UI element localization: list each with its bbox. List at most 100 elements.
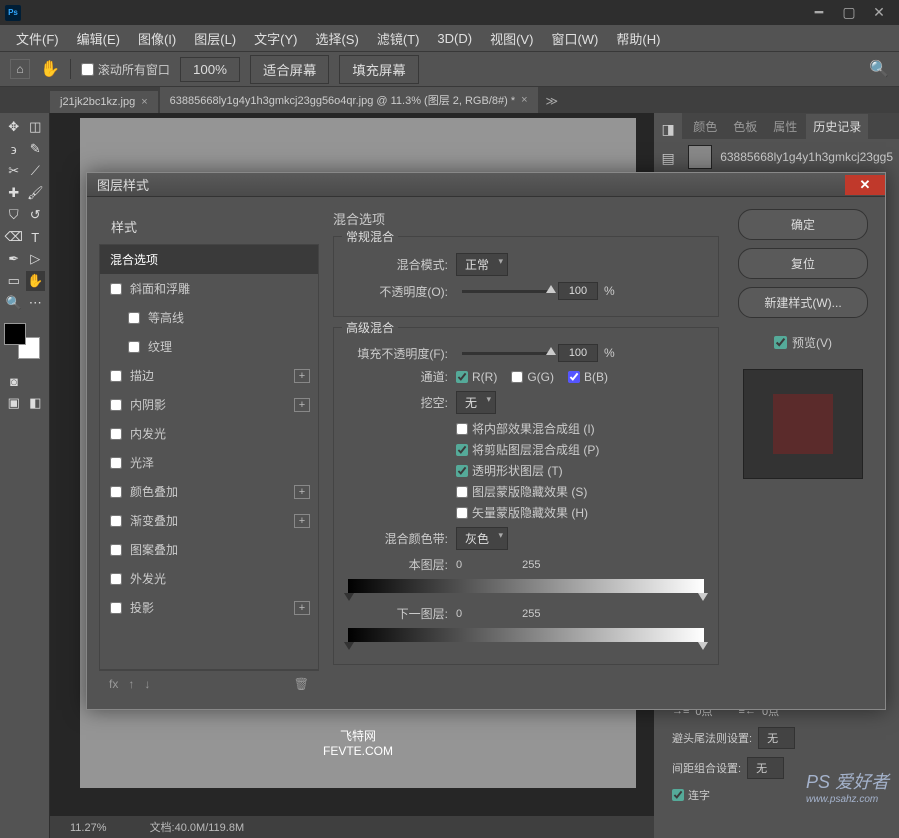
style-outer-glow[interactable]: 外发光 (100, 564, 318, 593)
fx-trash-icon[interactable]: 🗑 (294, 677, 309, 691)
hand-tool-icon[interactable]: ✋ (26, 271, 46, 291)
style-satin[interactable]: 光泽 (100, 448, 318, 477)
brush-tool-icon[interactable]: 🖌 (26, 183, 46, 203)
new-style-button[interactable]: 新建样式(W)... (738, 287, 868, 318)
status-zoom[interactable]: 11.27% (70, 822, 107, 834)
path-select-icon[interactable]: ▷ (26, 249, 46, 269)
add-drop-icon[interactable]: + (294, 601, 310, 615)
stamp-tool-icon[interactable]: ⛉ (4, 205, 24, 225)
dialog-close-button[interactable]: ✕ (845, 175, 885, 195)
menu-3d[interactable]: 3D(D) (429, 28, 480, 49)
style-texture[interactable]: 纹理 (100, 332, 318, 361)
screenmode2-icon[interactable]: ◧ (26, 393, 46, 413)
under-layer-gradient[interactable] (348, 628, 704, 642)
hyphen-check[interactable]: 连字 (672, 787, 710, 803)
add-stroke-icon[interactable]: + (294, 369, 310, 383)
blend-mode-select[interactable]: 正常 (456, 253, 508, 276)
avoid-select[interactable]: 无 (758, 727, 795, 749)
menu-view[interactable]: 视图(V) (482, 26, 541, 51)
opacity-input[interactable] (558, 282, 598, 300)
style-inner-glow[interactable]: 内发光 (100, 419, 318, 448)
close-button[interactable]: ✕ (864, 3, 894, 23)
tab-swatch[interactable]: 色板 (726, 114, 764, 139)
menu-image[interactable]: 图像(I) (130, 26, 184, 51)
screenmode-icon[interactable]: ▣ (4, 393, 24, 413)
reset-button[interactable]: 复位 (738, 248, 868, 279)
style-inner-shadow[interactable]: 内阴影+ (100, 390, 318, 419)
dialog-title-bar[interactable]: 图层样式 ✕ (87, 173, 885, 197)
menu-filter[interactable]: 滤镜(T) (369, 26, 428, 51)
style-pattern-overlay[interactable]: 图案叠加 (100, 535, 318, 564)
check-layer-mask-hides[interactable]: 图层蒙版隐藏效果 (S) (456, 483, 704, 500)
style-gradient-overlay[interactable]: 渐变叠加+ (100, 506, 318, 535)
style-stroke[interactable]: 描边+ (100, 361, 318, 390)
type-tool-icon[interactable]: T (26, 227, 46, 247)
blendif-select[interactable]: 灰色 (456, 527, 508, 550)
tab-color[interactable]: 颜色 (686, 114, 724, 139)
spacing-select[interactable]: 无 (747, 757, 784, 779)
style-drop-shadow[interactable]: 投影+ (100, 593, 318, 622)
menu-file[interactable]: 文件(F) (8, 26, 67, 51)
this-layer-gradient[interactable] (348, 579, 704, 593)
fill-input[interactable] (558, 344, 598, 362)
pen-tool-icon[interactable]: ✒ (4, 249, 24, 269)
maximize-button[interactable]: ▢ (834, 3, 864, 23)
eyedropper-tool-icon[interactable]: ⟋ (26, 161, 46, 181)
quickmask-icon[interactable]: ◙ (4, 371, 24, 391)
add-shadow-icon[interactable]: + (294, 398, 310, 412)
fill-slider[interactable] (462, 352, 552, 355)
tab-history[interactable]: 历史记录 (806, 114, 868, 139)
check-blend-clipped[interactable]: 将剪贴图层混合成组 (P) (456, 441, 704, 458)
channel-r-check[interactable]: R(R) (456, 370, 497, 384)
tab-props[interactable]: 属性 (766, 114, 804, 139)
check-blend-interior[interactable]: 将内部效果混合成组 (I) (456, 420, 704, 437)
menu-edit[interactable]: 编辑(E) (69, 26, 128, 51)
opacity-slider[interactable] (462, 290, 552, 293)
fx-up-icon[interactable]: ↑ (128, 677, 134, 691)
tab-close-icon[interactable]: × (521, 94, 527, 106)
doc-tab-1[interactable]: j21jk2bc1kz.jpg× (50, 91, 158, 113)
check-vector-mask-hides[interactable]: 矢量蒙版隐藏效果 (H) (456, 504, 704, 521)
healing-tool-icon[interactable]: ✚ (4, 183, 24, 203)
style-contour[interactable]: 等高线 (100, 303, 318, 332)
menu-select[interactable]: 选择(S) (307, 26, 366, 51)
more-tool-icon[interactable]: ⋯ (26, 293, 46, 313)
menu-type[interactable]: 文字(Y) (246, 26, 305, 51)
zoom-tool-icon[interactable]: 🔍 (4, 293, 24, 313)
menu-help[interactable]: 帮助(H) (608, 26, 668, 51)
quickselect-tool-icon[interactable]: ✎ (26, 139, 46, 159)
crop-tool-icon[interactable]: ✂ (4, 161, 24, 181)
style-bevel[interactable]: 斜面和浮雕 (100, 274, 318, 303)
eraser-tool-icon[interactable]: ⌫ (4, 227, 24, 247)
preview-check[interactable]: 预览(V) (774, 334, 832, 351)
adjustments-icon[interactable]: ◨ (661, 121, 674, 138)
tab-close-icon[interactable]: × (141, 96, 147, 108)
add-grad-icon[interactable]: + (294, 514, 310, 528)
tab-overflow-icon[interactable]: ≫ (538, 89, 567, 113)
fill-screen-button[interactable]: 填充屏幕 (339, 55, 418, 84)
channel-b-check[interactable]: B(B) (568, 370, 608, 384)
style-blending-options[interactable]: 混合选项 (100, 245, 318, 274)
shape-tool-icon[interactable]: ▭ (4, 271, 24, 291)
add-overlay-icon[interactable]: + (294, 485, 310, 499)
search-icon[interactable]: 🔍 (869, 59, 889, 79)
ok-button[interactable]: 确定 (738, 209, 868, 240)
check-transparency-shapes[interactable]: 透明形状图层 (T) (456, 462, 704, 479)
foreground-swatch[interactable] (4, 323, 26, 345)
marquee-tool-icon[interactable]: ◫ (26, 117, 46, 137)
zoom-100-button[interactable]: 100% (180, 57, 240, 82)
menu-window[interactable]: 窗口(W) (543, 26, 606, 51)
history-item[interactable]: 63885668ly1g4y1h3gmkcj23gg5 (682, 139, 899, 175)
doc-tab-2[interactable]: 63885668ly1g4y1h3gmkcj23gg56o4qr.jpg @ 1… (160, 87, 538, 113)
lasso-tool-icon[interactable]: ϶ (4, 139, 24, 159)
style-color-overlay[interactable]: 颜色叠加+ (100, 477, 318, 506)
fit-screen-button[interactable]: 适合屏幕 (250, 55, 329, 84)
menu-layer[interactable]: 图层(L) (186, 26, 244, 51)
home-icon[interactable]: ⌂ (10, 59, 30, 79)
knockout-select[interactable]: 无 (456, 391, 496, 414)
layers-icon[interactable]: ▤ (661, 150, 674, 167)
minimize-button[interactable]: ━ (804, 3, 834, 23)
channel-g-check[interactable]: G(G) (511, 370, 554, 384)
move-tool-icon[interactable]: ✥ (4, 117, 24, 137)
scroll-all-check[interactable]: 滚动所有窗口 (81, 61, 170, 78)
